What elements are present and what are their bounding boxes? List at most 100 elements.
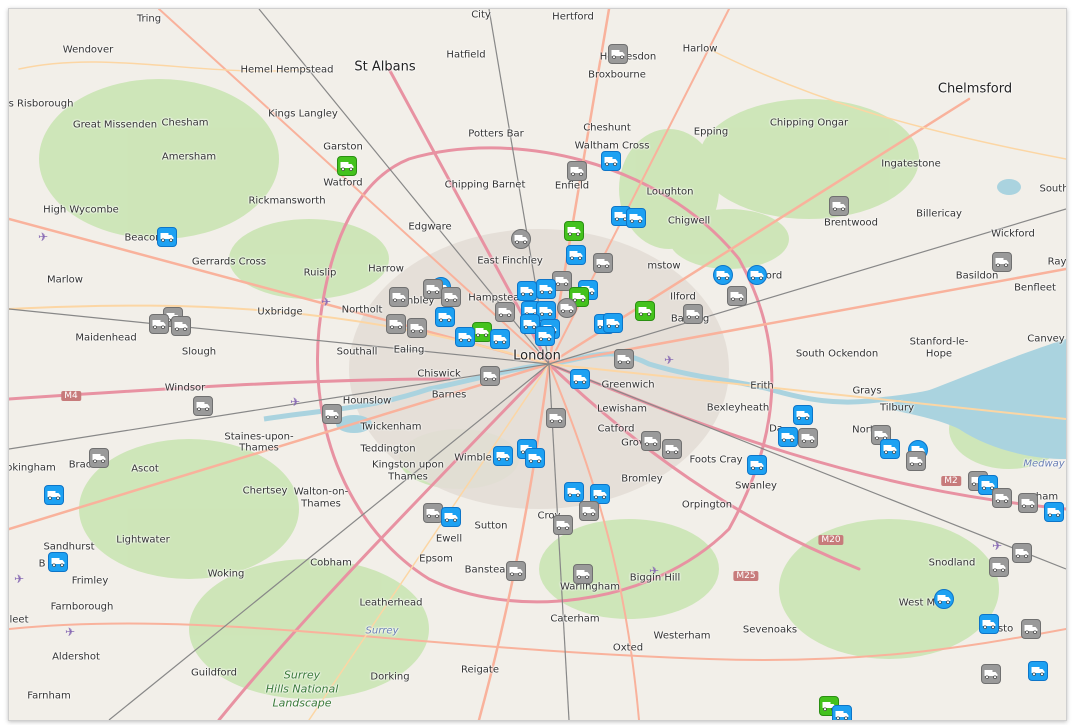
vehicle-marker-blue[interactable]: [778, 427, 798, 447]
vehicle-marker-grey[interactable]: [557, 298, 577, 318]
vehicle-marker-blue[interactable]: [493, 446, 513, 466]
truck-icon: [716, 271, 730, 280]
vehicle-marker-blue[interactable]: [832, 705, 852, 720]
truck-icon: [665, 445, 679, 454]
vehicle-marker-blue[interactable]: [455, 327, 475, 347]
vehicle-marker-green[interactable]: [635, 301, 655, 321]
vehicle-marker-blue[interactable]: [601, 151, 621, 171]
map-background[interactable]: ✈ ✈ ✈ ✈ ✈ ✈ ✈ ✈: [9, 9, 1066, 720]
vehicle-marker-grey[interactable]: [171, 316, 191, 336]
vehicle-marker-grey[interactable]: [193, 396, 213, 416]
vehicle-marker-blue[interactable]: [1028, 661, 1048, 681]
vehicle-marker-grey[interactable]: [608, 44, 628, 64]
vehicle-marker-green[interactable]: [472, 322, 492, 342]
vehicle-marker-grey[interactable]: [573, 564, 593, 584]
truck-icon: [644, 437, 658, 446]
vehicle-marker-grey[interactable]: [614, 349, 634, 369]
truck-icon: [984, 670, 998, 679]
vehicle-marker-grey[interactable]: [495, 302, 515, 322]
vehicle-marker-grey[interactable]: [480, 366, 500, 386]
truck-icon: [509, 567, 523, 576]
vehicle-marker-green[interactable]: [337, 156, 357, 176]
truck-icon: [576, 570, 590, 579]
truck-icon: [539, 285, 553, 294]
truck-icon: [992, 563, 1006, 572]
airport-icon: ✈: [290, 395, 300, 409]
truck-icon: [835, 711, 849, 720]
vehicle-marker-grey[interactable]: [798, 428, 818, 448]
vehicle-marker-grey[interactable]: [423, 503, 443, 523]
vehicle-marker-blue[interactable]: [157, 227, 177, 247]
vehicle-marker-grey[interactable]: [89, 448, 109, 468]
vehicle-marker-grey[interactable]: [593, 253, 613, 273]
truck-icon: [92, 454, 106, 463]
truck-icon: [340, 162, 354, 171]
vehicle-marker-grey[interactable]: [981, 664, 1001, 684]
vehicle-marker-blue[interactable]: [747, 265, 767, 285]
vehicle-marker-grey[interactable]: [992, 488, 1012, 508]
vehicle-marker-blue[interactable]: [880, 439, 900, 459]
vehicle-marker-grey[interactable]: [662, 439, 682, 459]
truck-icon: [444, 513, 458, 522]
vehicle-marker-blue[interactable]: [564, 482, 584, 502]
vehicle-marker-grey[interactable]: [389, 287, 409, 307]
truck-icon: [686, 310, 700, 319]
vehicle-marker-blue[interactable]: [566, 245, 586, 265]
truck-icon: [196, 402, 210, 411]
vehicle-marker-grey[interactable]: [386, 314, 406, 334]
truck-icon: [325, 410, 339, 419]
vehicle-marker-grey[interactable]: [511, 229, 531, 249]
vehicle-marker-blue[interactable]: [793, 405, 813, 425]
truck-icon: [567, 227, 581, 236]
truck-icon: [528, 454, 542, 463]
vehicle-marker-grey[interactable]: [506, 561, 526, 581]
vehicle-marker-grey[interactable]: [322, 404, 342, 424]
vehicle-marker-grey[interactable]: [407, 318, 427, 338]
vehicle-marker-grey[interactable]: [423, 279, 443, 299]
vehicle-marker-blue[interactable]: [44, 485, 64, 505]
vehicle-marker-grey[interactable]: [1018, 493, 1038, 513]
vehicle-marker-blue[interactable]: [525, 448, 545, 468]
truck-icon: [596, 259, 610, 268]
truck-icon: [160, 233, 174, 242]
vehicle-marker-grey[interactable]: [727, 286, 747, 306]
vehicle-marker-blue[interactable]: [441, 507, 461, 527]
vehicle-marker-grey[interactable]: [641, 431, 661, 451]
vehicle-marker-grey[interactable]: [683, 304, 703, 324]
truck-icon: [458, 333, 472, 342]
vehicle-marker-grey[interactable]: [567, 161, 587, 181]
vehicle-marker-grey[interactable]: [149, 314, 169, 334]
vehicle-marker-blue[interactable]: [490, 329, 510, 349]
truck-icon: [611, 50, 625, 59]
vehicle-marker-blue[interactable]: [535, 326, 555, 346]
vehicle-marker-grey[interactable]: [1021, 619, 1041, 639]
truck-icon: [796, 411, 810, 420]
vehicle-marker-grey[interactable]: [992, 252, 1012, 272]
map-frame[interactable]: ✈ ✈ ✈ ✈ ✈ ✈ ✈ ✈ Tring City Hertford Hoddesd…: [8, 8, 1067, 721]
vehicle-marker-grey[interactable]: [546, 408, 566, 428]
vehicle-marker-blue[interactable]: [536, 279, 556, 299]
vehicle-marker-blue[interactable]: [747, 455, 767, 475]
vehicle-marker-grey[interactable]: [579, 501, 599, 521]
vehicle-marker-grey[interactable]: [989, 557, 1009, 577]
vehicle-marker-blue[interactable]: [517, 281, 537, 301]
vehicle-marker-blue[interactable]: [435, 307, 455, 327]
truck-icon: [152, 320, 166, 329]
vehicle-marker-blue[interactable]: [603, 313, 623, 333]
vehicle-marker-blue[interactable]: [48, 552, 68, 572]
vehicle-marker-blue[interactable]: [1044, 502, 1064, 522]
vehicle-marker-green[interactable]: [564, 221, 584, 241]
vehicle-marker-blue[interactable]: [979, 614, 999, 634]
vehicle-marker-blue[interactable]: [570, 369, 590, 389]
vehicle-marker-grey[interactable]: [829, 196, 849, 216]
vehicle-marker-blue[interactable]: [713, 265, 733, 285]
vehicle-marker-grey[interactable]: [553, 515, 573, 535]
truck-icon: [520, 287, 534, 296]
vehicle-marker-grey[interactable]: [906, 451, 926, 471]
vehicle-marker-blue[interactable]: [626, 208, 646, 228]
vehicle-marker-blue[interactable]: [934, 589, 954, 609]
vehicle-marker-grey[interactable]: [441, 287, 461, 307]
vehicle-marker-grey[interactable]: [1012, 543, 1032, 563]
truck-icon: [426, 285, 440, 294]
truck-icon: [781, 433, 795, 442]
